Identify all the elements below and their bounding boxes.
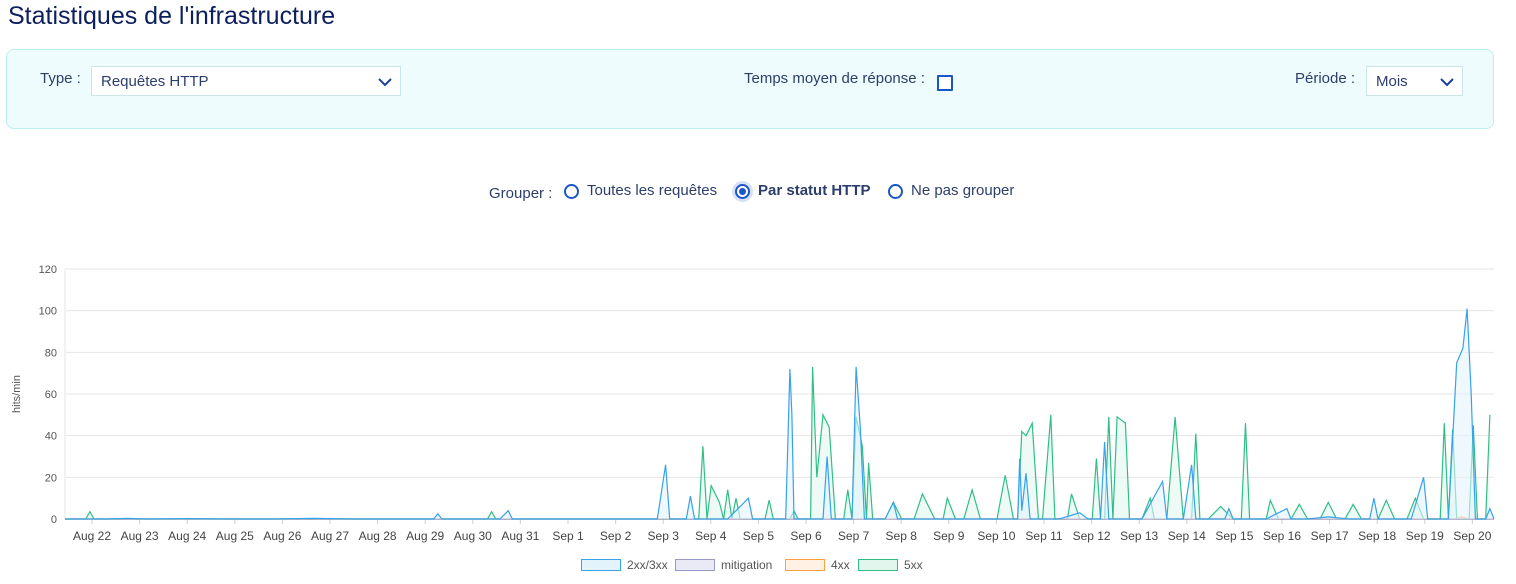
y-tick-label: 0 (51, 514, 57, 526)
legend-label[interactable]: 4xx (831, 558, 850, 572)
x-tick-label: Sep 8 (886, 529, 918, 543)
x-tick-label: Sep 20 (1453, 529, 1491, 543)
y-tick-label: 80 (45, 347, 57, 359)
period-label: Période : (1295, 70, 1356, 87)
y-tick-label: 120 (39, 264, 57, 276)
legend-swatch[interactable] (581, 559, 621, 571)
x-tick-label: Sep 2 (600, 529, 632, 543)
type-select-value: Requêtes HTTP (101, 73, 209, 90)
x-tick-label: Sep 7 (838, 529, 870, 543)
type-label: Type : (40, 70, 81, 87)
legend-swatch[interactable] (675, 559, 715, 571)
x-tick-label: Aug 24 (168, 529, 206, 543)
period-select-value: Mois (1376, 73, 1408, 90)
x-tick-label: Aug 28 (359, 529, 397, 543)
y-tick-label: 20 (45, 472, 57, 484)
radio-by-http-status-label[interactable]: Par statut HTTP (758, 182, 871, 199)
group-label: Grouper : (489, 185, 553, 202)
chart-legend: 2xx/3xx mitigation 4xx 5xx (0, 557, 1516, 575)
x-tick-label: Aug 25 (216, 529, 254, 543)
legend-label[interactable]: mitigation (721, 558, 772, 572)
legend-swatch[interactable] (858, 559, 898, 571)
x-tick-label: Sep 19 (1406, 529, 1444, 543)
x-tick-label: Sep 4 (695, 529, 727, 543)
x-tick-label: Sep 9 (933, 529, 965, 543)
avg-response-checkbox[interactable] (937, 75, 953, 91)
radio-no-grouping[interactable] (888, 184, 903, 199)
x-tick-label: Sep 1 (552, 529, 584, 543)
series-line-2xx-3xx (65, 308, 1495, 520)
x-tick-label: Sep 14 (1168, 529, 1206, 543)
chevron-down-icon (378, 78, 392, 87)
x-tick-label: Aug 27 (311, 529, 349, 543)
legend-label[interactable]: 5xx (904, 558, 923, 572)
radio-no-grouping-label[interactable]: Ne pas grouper (911, 182, 1014, 199)
x-tick-label: Sep 12 (1073, 529, 1111, 543)
x-tick-label: Sep 16 (1263, 529, 1301, 543)
y-tick-label: 100 (39, 306, 57, 318)
x-tick-label: Aug 22 (73, 529, 111, 543)
x-tick-label: Aug 26 (263, 529, 301, 543)
radio-all-requests-label[interactable]: Toutes les requêtes (587, 182, 717, 199)
radio-by-http-status[interactable] (735, 184, 750, 199)
radio-all-requests[interactable] (564, 184, 579, 199)
y-tick-label: 40 (45, 431, 57, 443)
x-tick-label: Sep 11 (1025, 529, 1062, 543)
avg-response-label: Temps moyen de réponse : (744, 70, 925, 87)
chevron-down-icon (1440, 78, 1454, 87)
x-tick-label: Sep 6 (790, 529, 822, 543)
x-tick-label: Sep 5 (743, 529, 775, 543)
y-axis-label: hits/min (11, 375, 23, 413)
y-tick-label: 60 (45, 389, 57, 401)
type-select[interactable]: Requêtes HTTP (91, 66, 401, 96)
x-tick-label: Aug 29 (406, 529, 444, 543)
x-tick-label: Sep 18 (1358, 529, 1396, 543)
x-tick-label: Sep 13 (1120, 529, 1158, 543)
legend-label[interactable]: 2xx/3xx (627, 558, 668, 572)
x-tick-label: Aug 23 (121, 529, 159, 543)
legend-swatch[interactable] (785, 559, 825, 571)
group-by: Grouper : Toutes les requêtes Par statut… (0, 180, 1516, 204)
period-select[interactable]: Mois (1366, 66, 1463, 96)
series-area-5xx (65, 366, 1490, 519)
page-title: Statistiques de l'infrastructure (8, 2, 336, 30)
series-area-2xx-3xx (65, 308, 1494, 519)
x-tick-label: Sep 3 (648, 529, 680, 543)
x-tick-label: Sep 10 (977, 529, 1015, 543)
traffic-chart: 0 20 40 60 80 100 120 hits/min Aug 22 Aug 23 Aug 2… (11, 264, 1495, 543)
x-tick-label: Aug 31 (501, 529, 539, 543)
x-tick-label: Aug 30 (454, 529, 492, 543)
filters-panel: Type : Requêtes HTTP Temps moyen de répo… (6, 49, 1494, 129)
x-tick-label: Sep 17 (1311, 529, 1349, 543)
series-line-5xx (65, 366, 1491, 520)
x-tick-label: Sep 15 (1215, 529, 1253, 543)
